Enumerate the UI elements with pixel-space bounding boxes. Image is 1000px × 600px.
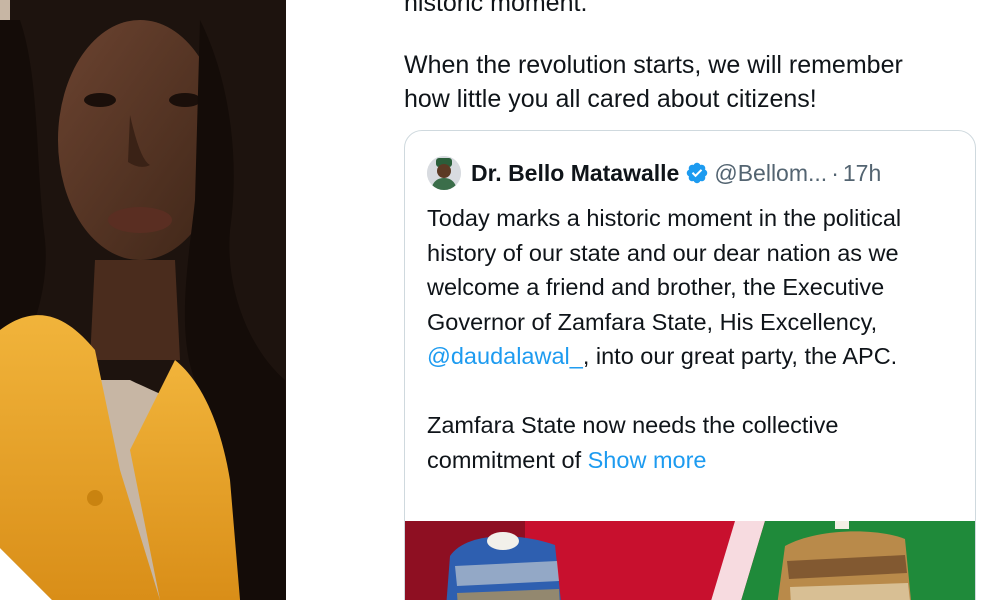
quoted-text-part2: , into our great party, the APC. — [582, 343, 898, 369]
profile-photo-illustration — [0, 0, 286, 600]
show-more-link[interactable]: Show more — [588, 447, 707, 473]
quoted-tweet-body: Today marks a historic moment in the pol… — [427, 201, 967, 477]
quoted-timestamp[interactable]: 17h — [843, 160, 881, 187]
avatar[interactable] — [427, 156, 461, 190]
quoted-tweet-card[interactable]: Dr. Bello Matawalle @Bellom... · 17h Tod… — [404, 130, 976, 600]
mention-link[interactable]: @daudalawal_ — [427, 343, 583, 369]
quoted-paragraph-1: Today marks a historic moment in the pol… — [427, 201, 967, 374]
quoted-paragraph-2: Zamfara State now needs the collective c… — [427, 408, 967, 477]
quoted-handle[interactable]: @Bellom... — [714, 160, 827, 187]
profile-photo — [0, 0, 286, 600]
quoted-text-part1: Today marks a historic moment in the pol… — [427, 205, 902, 335]
quoted-tweet-header: Dr. Bello Matawalle @Bellom... · 17h — [427, 153, 881, 193]
quoted-media-image — [405, 521, 975, 600]
avatar-image — [427, 156, 461, 190]
tweet-text-fragment: historic moment. — [404, 0, 588, 17]
quoted-display-name[interactable]: Dr. Bello Matawalle — [471, 160, 679, 187]
quoted-tweet-media[interactable] — [405, 521, 975, 600]
verified-badge-icon — [687, 162, 708, 184]
tweet-text: When the revolution starts, we will reme… — [404, 51, 903, 113]
separator-dot: · — [831, 159, 839, 186]
